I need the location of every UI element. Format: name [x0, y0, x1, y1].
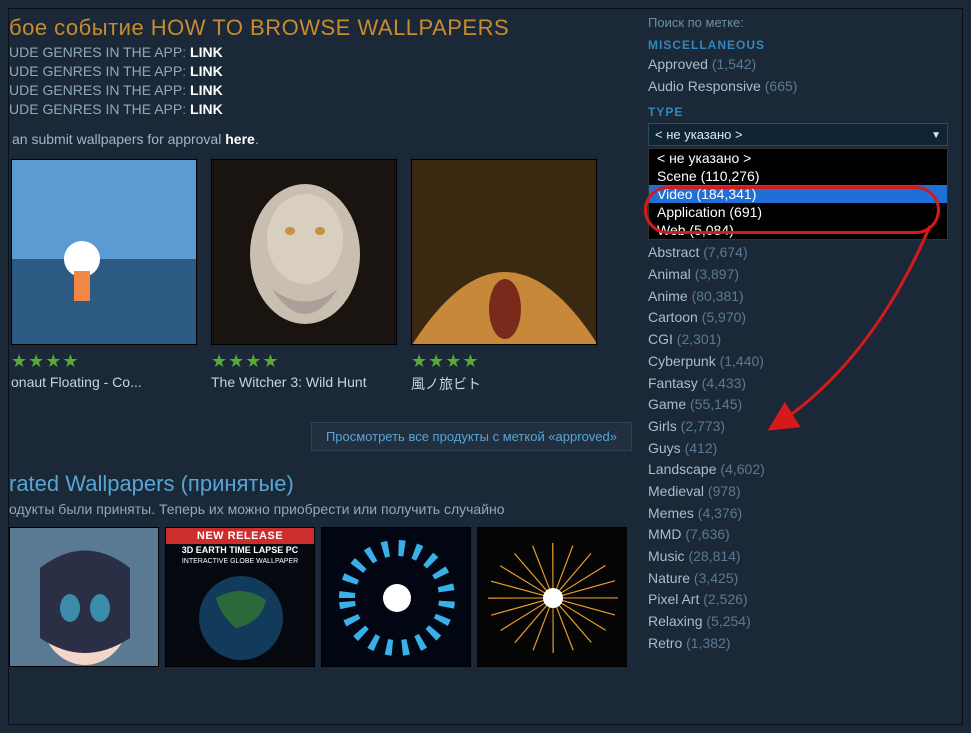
thumbnail-art [411, 159, 597, 345]
genre-tag[interactable]: Memes (4,376) [648, 503, 948, 525]
dropdown-option[interactable]: Web (5,084) [649, 221, 947, 239]
thumbnail-title: onaut Floating - Co... [11, 374, 197, 390]
genre-tag[interactable]: Cyberpunk (1,440) [648, 351, 948, 373]
genre-list: Abstract (7,674)Animal (3,897)Anime (80,… [648, 242, 948, 654]
genre-tag[interactable]: Animal (3,897) [648, 264, 948, 286]
genre-tag[interactable]: CGI (2,301) [648, 329, 948, 351]
featured-row: ★★★★ onaut Floating - Co... ★★★★ The Wit… [9, 159, 632, 394]
genre-link[interactable]: LINK [190, 63, 223, 79]
submit-text: an submit wallpapers for approval [12, 131, 225, 147]
star-rating: ★★★★ [411, 351, 597, 372]
tag-item[interactable]: Approved (1,542) [648, 54, 948, 76]
thumbnail-card[interactable]: ★★★★ 風ノ旅ビト [411, 159, 597, 394]
wallpaper-subtitle: 3D EARTH TIME LAPSE PCINTERACTIVE GLOBE … [166, 545, 314, 566]
wallpaper-card[interactable]: NEW RELEASE3D EARTH TIME LAPSE PCINTERAC… [165, 527, 315, 667]
thumbnail-art [11, 159, 197, 345]
submit-link[interactable]: here [225, 131, 255, 147]
type-select-value: < не указано > [655, 127, 743, 142]
thumbnail-title: The Witcher 3: Wild Hunt [211, 374, 397, 390]
chevron-down-icon: ▼ [931, 130, 941, 141]
genre-link[interactable]: LINK [190, 44, 223, 60]
viewall-wrap: Просмотреть все продукты с меткой «appro… [9, 422, 632, 451]
dropdown-option[interactable]: Application (691) [649, 203, 947, 221]
title-prefix: бое событие [9, 15, 151, 40]
dropdown-option[interactable]: Video (184,341) [649, 185, 947, 203]
genre-lines: UDE GENRES IN THE APP: LINKUDE GENRES IN… [9, 43, 632, 119]
genre-tag[interactable]: Pixel Art (2,526) [648, 589, 948, 611]
wallpaper-row: NEW RELEASE3D EARTH TIME LAPSE PCINTERAC… [9, 527, 632, 667]
genre-tag[interactable]: Retro (1,382) [648, 633, 948, 655]
genre-line: UDE GENRES IN THE APP: LINK [9, 100, 632, 119]
star-rating: ★★★★ [211, 351, 397, 372]
wallpaper-card[interactable] [321, 527, 471, 667]
genre-tag[interactable]: Game (55,145) [648, 394, 948, 416]
dropdown-option[interactable]: < не указано > [649, 149, 947, 167]
submit-note: an submit wallpapers for approval here. [12, 131, 632, 147]
wallpaper-card[interactable] [477, 527, 627, 667]
wallpaper-card[interactable] [9, 527, 159, 667]
genre-tag[interactable]: Guys (412) [648, 438, 948, 460]
misc-list: Approved (1,542)Audio Responsive (665) [648, 54, 948, 97]
misc-heading: MISCELLANEOUS [648, 38, 948, 52]
page-title: бое событие HOW TO BROWSE WALLPAPERS [9, 15, 632, 41]
genre-link[interactable]: LINK [190, 82, 223, 98]
genre-tag[interactable]: Medieval (978) [648, 481, 948, 503]
title-main: HOW TO BROWSE WALLPAPERS [151, 15, 509, 40]
genre-tag[interactable]: MMD (7,636) [648, 524, 948, 546]
genre-tag[interactable]: Cartoon (5,970) [648, 307, 948, 329]
thumbnail-card[interactable]: ★★★★ The Witcher 3: Wild Hunt [211, 159, 397, 394]
search-label: Поиск по метке: [648, 15, 948, 30]
genre-tag[interactable]: Relaxing (5,254) [648, 611, 948, 633]
type-dropdown[interactable]: < не указано >Scene (110,276)Video (184,… [648, 148, 948, 240]
genre-line: UDE GENRES IN THE APP: LINK [9, 81, 632, 100]
view-all-button[interactable]: Просмотреть все продукты с меткой «appro… [311, 422, 632, 451]
thumbnail-art [211, 159, 397, 345]
dropdown-option[interactable]: Scene (110,276) [649, 167, 947, 185]
thumbnail-title: 風ノ旅ビト [411, 374, 597, 394]
genre-tag[interactable]: Anime (80,381) [648, 286, 948, 308]
genre-tag[interactable]: Fantasy (4,433) [648, 373, 948, 395]
type-heading: TYPE [648, 105, 948, 119]
tag-item[interactable]: Audio Responsive (665) [648, 76, 948, 98]
genre-tag[interactable]: Girls (2,773) [648, 416, 948, 438]
genre-tag[interactable]: Nature (3,425) [648, 568, 948, 590]
star-rating: ★★★★ [11, 351, 197, 372]
new-release-badge: NEW RELEASE [166, 528, 314, 544]
genre-link[interactable]: LINK [190, 101, 223, 117]
genre-tag[interactable]: Landscape (4,602) [648, 459, 948, 481]
rated-subtitle: одукты были приняты. Теперь их можно при… [9, 501, 632, 517]
genre-line: UDE GENRES IN THE APP: LINK [9, 43, 632, 62]
genre-tag[interactable]: Music (28,814) [648, 546, 948, 568]
rated-title: rated Wallpapers (принятые) [9, 471, 632, 497]
genre-line: UDE GENRES IN THE APP: LINK [9, 62, 632, 81]
genre-tag[interactable]: Abstract (7,674) [648, 242, 948, 264]
thumbnail-card[interactable]: ★★★★ onaut Floating - Co... [11, 159, 197, 394]
type-select[interactable]: < не указано > ▼ [648, 123, 948, 146]
